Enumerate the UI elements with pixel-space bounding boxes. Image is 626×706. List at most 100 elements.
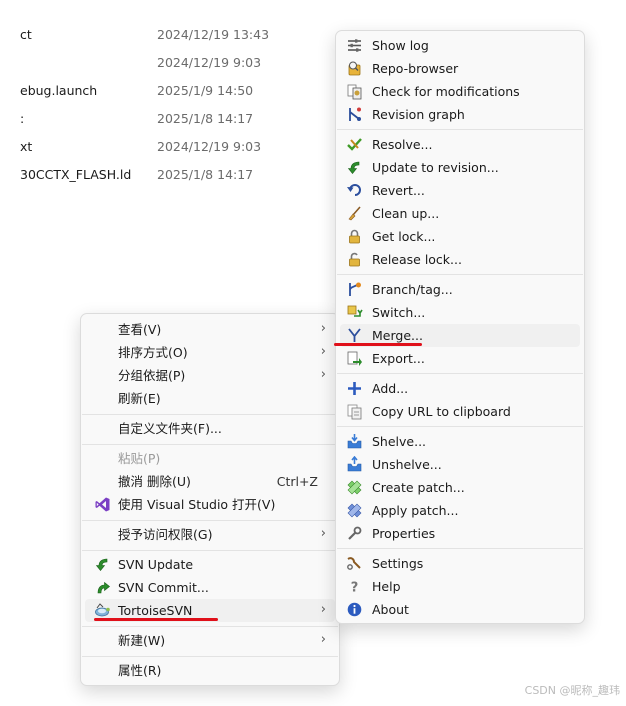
menu-item-label: 排序方式(O) [118, 345, 188, 360]
menu-separator [82, 414, 338, 415]
settings-icon [346, 555, 363, 572]
menu-item-label: Show log [372, 38, 429, 53]
menu-item-clean-up[interactable]: Clean up... [340, 202, 580, 225]
menu-item-label: Add... [372, 381, 409, 396]
menu-item-view[interactable]: 查看(V) › [85, 318, 335, 341]
menu-item-branch-tag[interactable]: Branch/tag... [340, 278, 580, 301]
menu-item-svn-update[interactable]: SVN Update [85, 553, 335, 576]
menu-item-label: 撤消 删除(U) [118, 474, 191, 489]
menu-item-get-lock[interactable]: Get lock... [340, 225, 580, 248]
file-row[interactable]: : 2025/1/8 14:17 [0, 109, 330, 129]
menu-item-label: Help [372, 579, 401, 594]
resolve-icon [346, 136, 363, 153]
menu-item-label: Branch/tag... [372, 282, 453, 297]
file-row[interactable]: 30CCTX_FLASH.ld 2025/1/8 14:17 [0, 165, 330, 185]
info-icon [346, 601, 363, 618]
revision-graph-icon [346, 106, 363, 123]
menu-item-switch[interactable]: Switch... [340, 301, 580, 324]
menu-item-label: 属性(R) [118, 663, 162, 678]
menu-item-copy-url[interactable]: Copy URL to clipboard [340, 400, 580, 423]
menu-item-svn-commit[interactable]: SVN Commit... [85, 576, 335, 599]
menu-item-label: Settings [372, 556, 424, 571]
file-row[interactable]: ct 2024/12/19 13:43 [0, 25, 330, 45]
export-icon [346, 350, 363, 367]
file-date: 2024/12/19 9:03 [157, 139, 262, 154]
menu-item-properties[interactable]: Properties [340, 522, 580, 545]
menu-item-paste[interactable]: 粘贴(P) [85, 447, 335, 470]
menu-item-properties[interactable]: 属性(R) [85, 659, 335, 682]
menu-item-update-to-revision[interactable]: Update to revision... [340, 156, 580, 179]
menu-item-unshelve[interactable]: Unshelve... [340, 453, 580, 476]
menu-separator [337, 548, 583, 549]
menu-item-about[interactable]: About [340, 598, 580, 621]
menu-item-label: 授予访问权限(G) [118, 527, 213, 542]
svg-text:?: ? [351, 581, 359, 596]
menu-item-label: Clean up... [372, 206, 440, 221]
menu-item-label: Create patch... [372, 480, 465, 495]
menu-item-label: Release lock... [372, 252, 462, 267]
menu-item-show-log[interactable]: Show log [340, 34, 580, 57]
file-date: 2024/12/19 13:43 [157, 27, 270, 42]
chevron-right-icon: › [320, 526, 326, 541]
menu-separator [82, 444, 338, 445]
menu-item-customize-folder[interactable]: 自定义文件夹(F)... [85, 417, 335, 440]
menu-item-label: Shelve... [372, 434, 427, 449]
menu-item-help[interactable]: ? Help [340, 575, 580, 598]
menu-item-add[interactable]: Add... [340, 377, 580, 400]
menu-item-label: SVN Update [118, 557, 194, 572]
update-revision-icon [346, 159, 363, 176]
chevron-right-icon: › [320, 632, 326, 647]
copy-url-icon [346, 403, 363, 420]
menu-item-group[interactable]: 分组依据(P) › [85, 364, 335, 387]
menu-item-create-patch[interactable]: Create patch... [340, 476, 580, 499]
menu-item-apply-patch[interactable]: Apply patch... [340, 499, 580, 522]
merge-icon [346, 327, 363, 344]
menu-item-shelve[interactable]: Shelve... [340, 430, 580, 453]
menu-item-new[interactable]: 新建(W) › [85, 629, 335, 652]
switch-icon [346, 304, 363, 321]
menu-item-open-visual-studio[interactable]: 使用 Visual Studio 打开(V) [85, 493, 335, 516]
menu-item-check-modifications[interactable]: Check for modifications [340, 80, 580, 103]
menu-item-label: Revision graph [372, 107, 465, 122]
menu-item-label: Get lock... [372, 229, 436, 244]
menu-item-repo-browser[interactable]: Repo-browser [340, 57, 580, 80]
svn-update-icon [94, 556, 111, 573]
context-menu: 查看(V) › 排序方式(O) › 分组依据(P) › 刷新(E) 自定义文件夹… [80, 313, 340, 686]
menu-item-label: 使用 Visual Studio 打开(V) [118, 497, 276, 512]
plus-icon [346, 380, 363, 397]
file-row[interactable]: ebug.launch 2025/1/9 14:50 [0, 81, 330, 101]
file-date: 2024/12/19 9:03 [157, 55, 262, 70]
menu-item-label: SVN Commit... [118, 580, 209, 595]
menu-item-revert[interactable]: Revert... [340, 179, 580, 202]
menu-item-sort[interactable]: 排序方式(O) › [85, 341, 335, 364]
revert-icon [346, 182, 363, 199]
menu-item-label: Unshelve... [372, 457, 442, 472]
file-name: ebug.launch [20, 83, 98, 98]
highlight-underline-tortoisesvn [94, 618, 218, 621]
menu-item-settings[interactable]: Settings [340, 552, 580, 575]
unshelve-icon [346, 455, 363, 473]
create-patch-icon [346, 479, 363, 496]
branch-icon [346, 281, 363, 298]
menu-item-label: 新建(W) [118, 633, 166, 648]
menu-item-undo-delete[interactable]: 撤消 删除(U) Ctrl+Z [85, 470, 335, 493]
menu-item-label: Export... [372, 351, 425, 366]
file-date: 2025/1/9 14:50 [157, 83, 254, 98]
menu-item-label: Revert... [372, 183, 425, 198]
menu-item-refresh[interactable]: 刷新(E) [85, 387, 335, 410]
menu-item-grant-access[interactable]: 授予访问权限(G) › [85, 523, 335, 546]
file-name: 30CCTX_FLASH.ld [20, 167, 132, 182]
wrench-icon [346, 525, 363, 542]
menu-item-export[interactable]: Export... [340, 347, 580, 370]
file-row[interactable]: 2024/12/19 9:03 [0, 53, 330, 73]
menu-item-label: Apply patch... [372, 503, 459, 518]
menu-item-label: 自定义文件夹(F)... [118, 421, 222, 436]
menu-item-label: Update to revision... [372, 160, 499, 175]
file-row[interactable]: xt 2024/12/19 9:03 [0, 137, 330, 157]
lock-icon [346, 228, 363, 245]
menu-item-resolve[interactable]: Resolve... [340, 133, 580, 156]
svn-commit-icon [94, 579, 111, 596]
menu-item-release-lock[interactable]: Release lock... [340, 248, 580, 271]
menu-item-revision-graph[interactable]: Revision graph [340, 103, 580, 126]
menu-item-label: 粘贴(P) [118, 451, 161, 466]
